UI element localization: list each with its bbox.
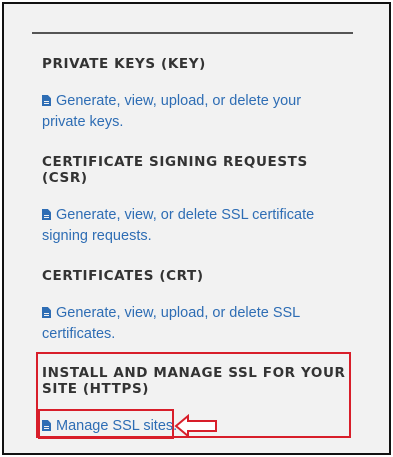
private-keys-heading: PRIVATE KEYS (KEY) (42, 56, 206, 72)
ssl-panel: PRIVATE KEYS (KEY) Generate, view, uploa… (2, 2, 391, 455)
csr-heading: CERTIFICATE SIGNING REQUESTS (CSR) (42, 154, 308, 186)
document-icon (42, 209, 51, 220)
certificates-link-text[interactable]: Generate, view, upload, or delete SSL ce… (42, 305, 300, 342)
divider (32, 32, 353, 34)
csr-link-text[interactable]: Generate, view, or delete SSL certificat… (42, 207, 314, 244)
install-ssl-heading: INSTALL AND MANAGE SSL FOR YOUR SITE (HT… (42, 365, 346, 397)
private-keys-link[interactable]: Generate, view, upload, or delete your p… (42, 91, 342, 133)
manage-ssl-link-text[interactable]: Manage SSL sites. (56, 418, 177, 434)
document-icon (42, 307, 51, 318)
certificates-heading: CERTIFICATES (CRT) (42, 268, 204, 284)
csr-link[interactable]: Generate, view, or delete SSL certificat… (42, 205, 342, 247)
document-icon (42, 420, 51, 431)
private-keys-link-text[interactable]: Generate, view, upload, or delete your p… (42, 93, 301, 130)
certificates-link[interactable]: Generate, view, upload, or delete SSL ce… (42, 303, 342, 345)
document-icon (42, 95, 51, 106)
left-arrow-icon (174, 414, 217, 438)
